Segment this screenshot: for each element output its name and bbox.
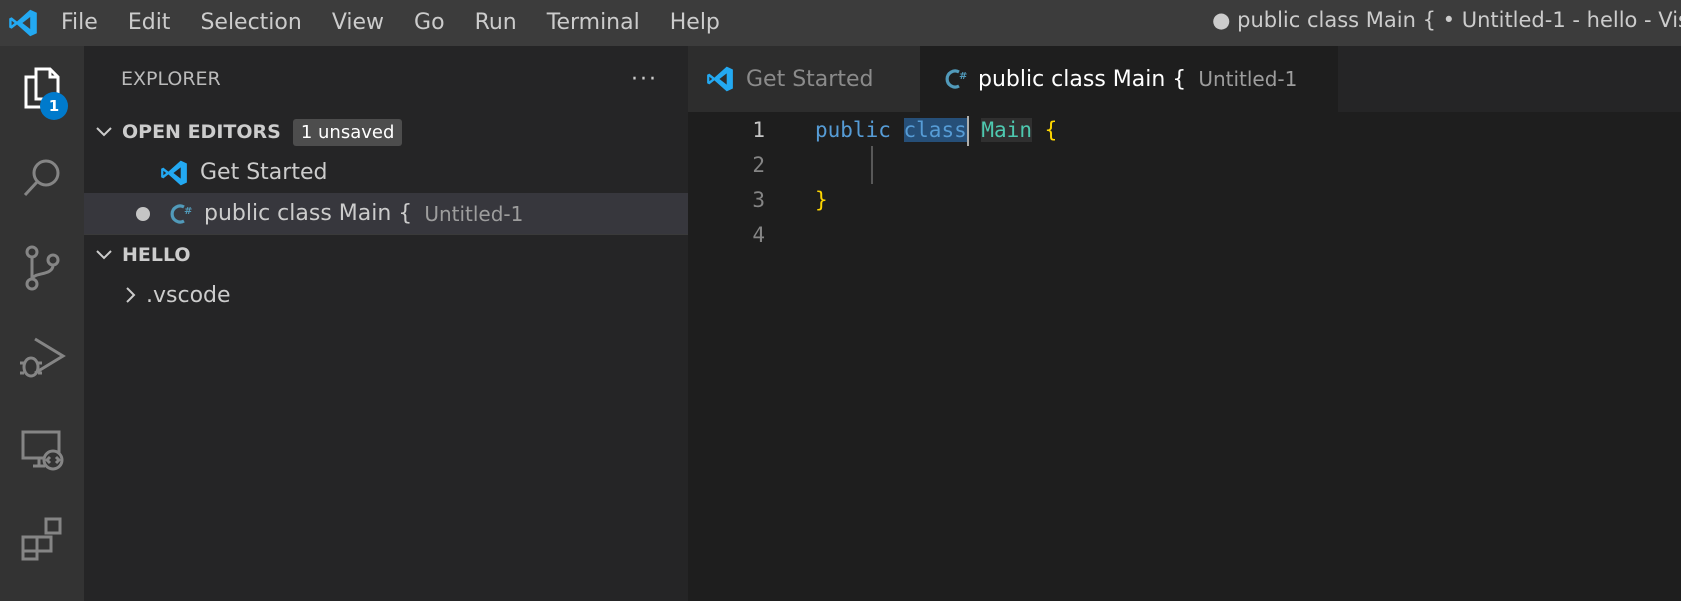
workspace-header[interactable]: HELLO [84,235,688,275]
search-icon[interactable] [0,136,84,220]
open-editor-item-get-started[interactable]: Get Started [84,152,688,193]
menu-view[interactable]: View [317,0,399,46]
line-number: 2 [752,153,765,177]
svg-text:#: # [959,71,967,82]
code-editor[interactable]: 1 public class Main { 2 3 } 4 [688,112,1681,601]
brace-token: { [1044,118,1058,142]
indent-guide [871,146,873,184]
unsaved-badge: 1 unsaved [292,118,403,146]
vscode-file-icon [706,65,734,93]
open-editors-label: OPEN EDITORS [122,121,281,143]
chevron-right-icon [118,283,142,307]
run-debug-icon[interactable] [0,316,84,400]
menu-go[interactable]: Go [399,0,460,46]
tab-get-started[interactable]: Get Started [688,46,920,112]
csharp-file-icon: # [168,200,196,228]
tab-label: Get Started [746,66,874,92]
code-text: } [815,182,828,218]
vscode-logo-icon [0,0,46,46]
workspace-label: HELLO [122,244,191,266]
svg-text:#: # [184,206,192,217]
explorer-sidebar: EXPLORER ··· OPEN EDITORS 1 unsaved Get … [84,46,688,601]
editor-tabs: Get Started # public class Main { Untitl… [688,46,1681,112]
chevron-down-icon [92,120,116,144]
open-editor-item-untitled[interactable]: # public class Main { Untitled-1 [84,193,688,234]
menu-selection[interactable]: Selection [185,0,316,46]
text-cursor [966,116,969,146]
tab-description: Untitled-1 [1198,67,1298,91]
open-editor-description: Untitled-1 [424,201,524,226]
code-text: public class Main { [815,112,1057,148]
remote-explorer-icon[interactable] [0,408,84,492]
code-line-1: 1 public class Main { [688,112,1681,148]
open-editor-name: public class Main { [204,201,413,226]
tab-untitled-1[interactable]: # public class Main { Untitled-1 [920,46,1338,112]
code-line-3: 3 } [688,182,1681,218]
more-actions-icon[interactable]: ··· [631,67,658,92]
open-editor-name: Get Started [200,160,328,185]
unsaved-dot-icon[interactable] [136,206,150,221]
menu-run[interactable]: Run [460,0,532,46]
menu-help[interactable]: Help [655,0,735,46]
chevron-down-icon [92,243,116,267]
explorer-icon[interactable]: 1 [0,46,84,130]
brace-token: } [815,188,828,212]
line-number: 4 [752,223,765,247]
line-number: 3 [752,188,765,212]
menu-bar: File Edit Selection View Go Run Terminal… [46,0,735,46]
menu-terminal[interactable]: Terminal [532,0,655,46]
code-line-4: 4 [688,217,1681,253]
activity-bar: 1 [0,46,84,601]
extensions-icon[interactable] [0,496,84,580]
window-title: ● public class Main { • Untitled-1 - hel… [1212,8,1681,32]
line-number: 1 [752,118,765,142]
keyword-token: public [815,118,891,142]
sidebar-header: EXPLORER ··· [84,46,688,112]
tree-item-label: .vscode [146,282,231,308]
explorer-badge: 1 [40,92,68,120]
source-control-icon[interactable] [0,226,84,310]
type-token: Main [981,118,1032,142]
open-editors-header[interactable]: OPEN EDITORS 1 unsaved [84,112,688,152]
menu-edit[interactable]: Edit [113,0,186,46]
code-line-2: 2 [688,147,1681,183]
title-bar: File Edit Selection View Go Run Terminal… [0,0,1681,46]
tab-label: public class Main { [978,66,1187,92]
menu-file[interactable]: File [46,0,113,46]
sidebar-title: EXPLORER [121,68,221,90]
tree-item-vscode-folder[interactable]: .vscode [84,275,688,315]
selected-keyword-token: class [903,118,967,142]
vscode-file-icon [160,159,188,187]
csharp-file-icon: # [944,65,970,93]
